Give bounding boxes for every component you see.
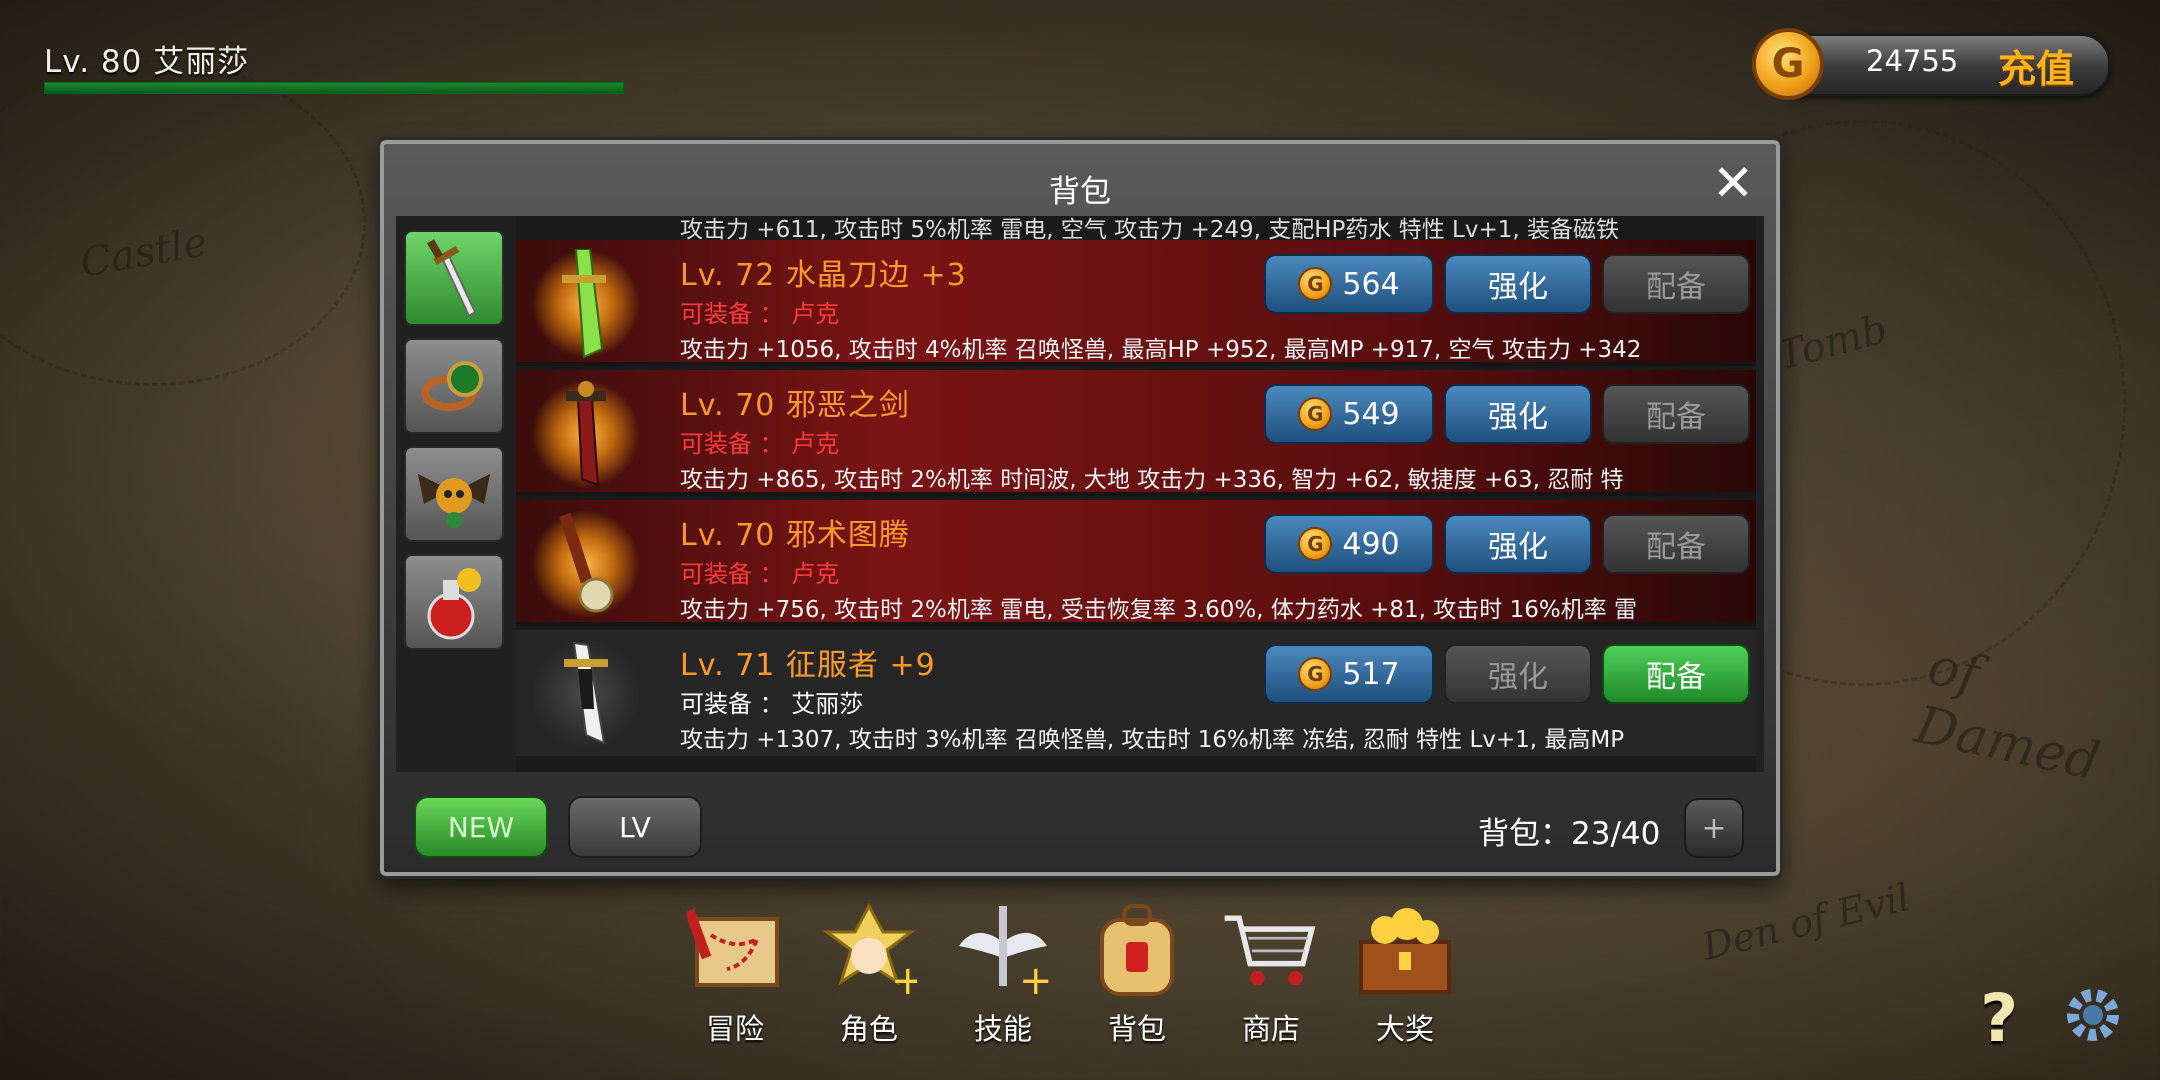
item-title: Lv. 70 邪恶之剑 [680, 388, 910, 423]
item-stats: 攻击力 +756, 攻击时 2%机率 雷电, 受击恢复率 3.60%, 体力药水… [680, 597, 1638, 623]
item-stats: 攻击力 +865, 攻击时 2%机率 时间波, 大地 攻击力 +336, 智力 … [680, 467, 1624, 493]
nav-label: 技能 [973, 1012, 1032, 1046]
backpack-icon [1087, 900, 1187, 1000]
item-stats: 攻击力 +1056, 攻击时 4%机率 召唤怪兽, 最高HP +952, 最高M… [680, 337, 1642, 363]
conqueror-sword-icon [532, 640, 640, 748]
item-title: Lv. 71 征服者 +9 [680, 648, 936, 683]
upgrade-button[interactable]: 强化 [1444, 514, 1592, 574]
sort-new-button[interactable]: NEW [414, 796, 548, 858]
nav-adventure[interactable]: 冒险 [680, 900, 790, 1048]
map-scroll-icon [685, 900, 785, 1000]
player-info: Lv. 80 艾丽莎 [44, 36, 249, 81]
item-price: 490 [1342, 526, 1400, 562]
svg-text:+: + [891, 958, 917, 998]
crystal-blade-icon [532, 249, 640, 359]
close-button[interactable]: ✕ [1712, 158, 1754, 208]
bag-capacity: 背包：23/40 [1478, 816, 1661, 852]
coin-icon: G [1298, 267, 1333, 301]
nav-label: 背包 [1107, 1012, 1166, 1046]
settings-gear-icon[interactable] [2058, 980, 2128, 1050]
upgrade-button[interactable]: 强化 [1444, 644, 1592, 704]
category-tabs [404, 230, 504, 662]
item-row[interactable]: Lv. 71 征服者 +9 可装备 ： 艾丽莎 攻击力 +1307, 攻击时 3… [516, 630, 1756, 756]
sell-price-button[interactable]: G 517 [1264, 644, 1434, 704]
help-button[interactable]: ? [1980, 980, 2018, 1057]
item-title: Lv. 72 水晶刀边 +3 [680, 258, 967, 293]
equip-button[interactable]: 配备 [1602, 384, 1750, 444]
xp-bar [44, 82, 624, 94]
item-price: 517 [1342, 656, 1400, 692]
ring-icon [421, 361, 483, 411]
tab-pets[interactable] [404, 446, 504, 542]
inventory-panel: 背包 ✕ 攻击力 +611, 攻击时 5%机率 雷电, 空气 攻击力 +249,… [380, 140, 1780, 876]
character-icon: + [819, 900, 919, 1000]
item-stats: 攻击力 +1307, 攻击时 3%机率 召唤怪兽, 攻击时 16%机率 冻结, … [680, 727, 1625, 753]
upgrade-button[interactable]: 强化 [1444, 254, 1592, 314]
gold-coin-icon: G [1752, 28, 1824, 100]
coin-icon: G [1298, 657, 1333, 691]
item-price: 564 [1342, 266, 1400, 302]
shopping-cart-icon [1221, 900, 1321, 1000]
panel-title: 背包 [1049, 174, 1111, 210]
item-equip-requirement: 可装备 ： 卢克 [680, 560, 840, 588]
nav-label: 大奖 [1375, 1012, 1434, 1046]
sell-price-button[interactable]: G 490 [1264, 514, 1434, 574]
row-divider [516, 362, 1756, 366]
nav-label: 商店 [1241, 1012, 1300, 1046]
nav-backpack[interactable]: 背包 [1082, 900, 1192, 1048]
item-price: 549 [1342, 396, 1400, 432]
item-row[interactable]: Lv. 72 水晶刀边 +3 可装备 ： 卢克 攻击力 +1056, 攻击时 4… [516, 240, 1756, 366]
svg-text:+: + [1019, 958, 1051, 998]
panel-footer: NEW LV 背包：23/40 + [384, 784, 1776, 864]
sword-icon [427, 239, 477, 318]
item-equip-requirement: 可装备 ： 卢克 [680, 300, 840, 328]
upgrade-button[interactable]: 强化 [1444, 384, 1592, 444]
treasure-chest-icon [1355, 900, 1455, 1000]
nav-label: 角色 [839, 1012, 898, 1046]
sell-price-button[interactable]: G 549 [1264, 384, 1434, 444]
recharge-button[interactable]: 充值 [1998, 38, 2074, 93]
tab-potions[interactable] [404, 554, 504, 650]
sell-price-button[interactable]: G 564 [1264, 254, 1434, 314]
nav-prize[interactable]: 大奖 [1350, 900, 1460, 1048]
map-path [0, 60, 366, 386]
nav-skills[interactable]: + 技能 [948, 900, 1058, 1048]
item-row[interactable]: Lv. 70 邪恶之剑 可装备 ： 卢克 攻击力 +865, 攻击时 2%机率 … [516, 370, 1756, 496]
item-equip-requirement: 可装备 ： 卢克 [680, 430, 840, 458]
item-list[interactable]: 攻击力 +611, 攻击时 5%机率 雷电, 空气 攻击力 +249, 支配HP… [516, 216, 1756, 772]
equip-button[interactable]: 配备 [1602, 644, 1750, 704]
xp-bar-fill [45, 83, 623, 93]
evil-sword-icon [532, 380, 640, 488]
expand-bag-button[interactable]: + [1684, 798, 1744, 858]
coin-icon: G [1298, 527, 1333, 561]
dragon-pet-icon [418, 474, 490, 528]
nav-shop[interactable]: 商店 [1216, 900, 1326, 1048]
sort-level-button[interactable]: LV [568, 796, 702, 858]
equip-button[interactable]: 配备 [1602, 514, 1750, 574]
item-equip-requirement: 可装备 ： 艾丽莎 [680, 690, 864, 718]
player-level-name: Lv. 80 艾丽莎 [44, 44, 250, 80]
item-title: Lv. 70 邪术图腾 [680, 518, 910, 553]
potion-icon [427, 568, 481, 640]
row-divider [516, 492, 1756, 496]
equip-button[interactable]: 配备 [1602, 254, 1750, 314]
totem-staff-icon [532, 510, 640, 618]
tab-weapons[interactable] [404, 230, 504, 326]
gold-amount: 24755 [1866, 44, 1959, 78]
tab-accessories[interactable] [404, 338, 504, 434]
nav-character[interactable]: + 角色 [814, 900, 924, 1048]
item-row[interactable]: Lv. 70 邪术图腾 可装备 ： 卢克 攻击力 +756, 攻击时 2%机率 … [516, 500, 1756, 626]
coin-icon: G [1298, 397, 1333, 431]
row-divider [516, 622, 1756, 626]
skill-wings-icon: + [953, 900, 1053, 1000]
map-label-evil: Den of Evil [1697, 875, 1915, 969]
nav-label: 冒险 [705, 1012, 764, 1046]
